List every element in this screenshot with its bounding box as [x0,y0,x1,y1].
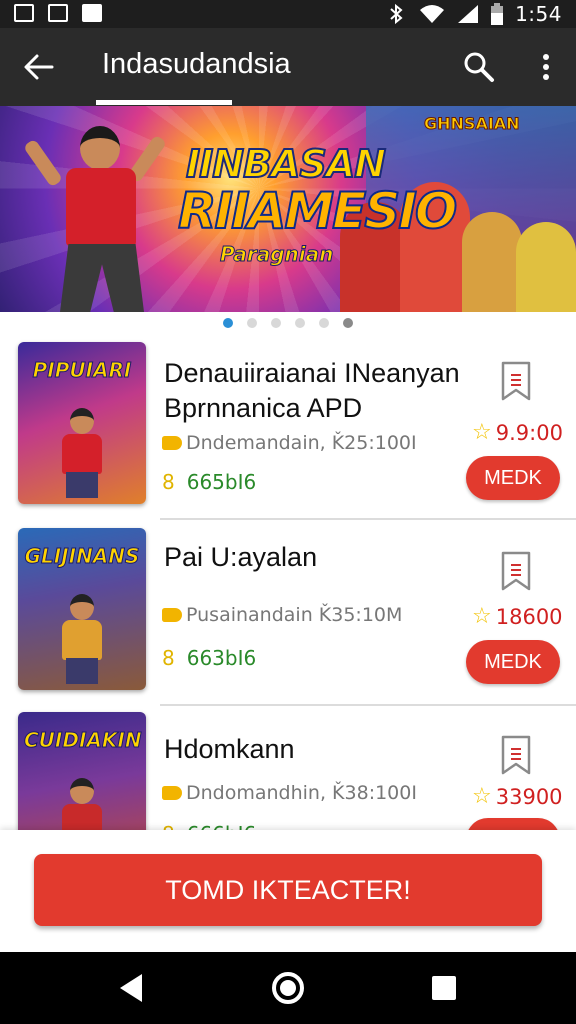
carousel-dot[interactable] [271,318,281,328]
carousel-dot[interactable] [295,318,305,328]
tag-icon [162,436,182,450]
item-meta-text: Dndemandain, Ǩ25:100I [186,432,417,454]
item-rating-value: 33900 [495,784,563,809]
tag-icon [162,608,182,622]
item-meta-text: Dndomandhin, Ǩ38:100I [186,782,417,804]
status-bar: 1:54 [0,0,576,28]
star-icon: ☆ [472,784,492,809]
item-count: 8 665bI6 [162,470,256,494]
medk-button[interactable]: MEDK [466,456,560,500]
crowd-character-image [516,222,576,312]
item-meta: Dndemandain, Ǩ25:100I [162,432,417,454]
list-item[interactable]: CUIDIAKIN Hdomkann Dndomandhin, Ǩ38:100I… [0,706,576,830]
mail-icon [82,4,102,22]
list-item[interactable]: PIPUIARI Denauiiraianai INeanyan Bprnnan… [0,336,576,520]
item-rating: ☆ 33900 [472,784,563,809]
item-count-prefix: 8 [162,470,175,494]
nav-home-icon[interactable] [272,972,304,1004]
bottom-action-panel: TOMD IKTEACTER! [0,830,576,952]
carousel-dot[interactable] [223,318,233,328]
medk-button[interactable]: MEDK [466,818,560,830]
item-meta: Dndomandhin, Ǩ38:100I [162,782,417,804]
clock: 1:54 [515,2,562,26]
item-rating-value: 9.9:00 [495,420,563,445]
system-nav-bar [0,952,576,1024]
item-count-prefix: 8 [162,822,175,830]
thumbnail-title: GLIJINANS [24,544,140,568]
nav-recents-icon[interactable] [432,976,456,1000]
item-count-value: 666bI6 [187,822,257,830]
bookmark-icon[interactable] [500,734,532,776]
app-bar: Indasudandsia [0,28,576,106]
item-title[interactable]: Denauiiraianai INeanyan Bprnnanica APD [164,356,480,426]
carousel-dots [0,318,576,332]
item-count-prefix: 8 [162,646,175,670]
list-item[interactable]: GLIJINANS Pai U:ayalan Pusainandain Ǩ35:… [0,522,576,706]
page-title: Indasudandsia [102,48,291,80]
item-meta-text: Pusainandain Ǩ35:10M [186,604,403,626]
game-thumbnail[interactable]: CUIDIAKIN [18,712,146,830]
search-icon[interactable] [462,50,496,84]
item-rating: ☆ 18600 [472,604,563,629]
promo-banner[interactable]: IINBASAN RIIAMESIO Paragnian GHNSAIAN [0,106,576,312]
banner-sign: GHNSAIAN [424,114,521,133]
signal-icon [458,5,479,23]
thumbnail-character [58,778,106,830]
game-thumbnail[interactable]: PIPUIARI [18,342,146,504]
game-list: PIPUIARI Denauiiraianai INeanyan Bprnnan… [0,336,576,830]
banner-logo-line-1: IINBASAN [185,141,387,187]
item-meta: Pusainandain Ǩ35:10M [162,604,402,626]
crowd-character-image [462,212,522,312]
thumbnail-character [58,594,106,684]
banner-logo-line-3: Paragnian [219,242,334,267]
star-icon: ☆ [472,604,492,629]
tag-icon [162,786,182,800]
primary-cta-button[interactable]: TOMD IKTEACTER! [34,854,542,926]
back-arrow-icon[interactable] [22,50,56,84]
hero-character-image [22,120,170,312]
bookmark-icon[interactable] [500,360,532,402]
medk-button[interactable]: MEDK [466,640,560,684]
thumbnail-title: CUIDIAKIN [24,728,143,752]
item-title[interactable]: Hdomkann [164,732,480,767]
item-count: 8 666bI6 [162,822,256,830]
carousel-dot[interactable] [247,318,257,328]
item-rating-value: 18600 [495,604,563,629]
image-icon [14,4,34,22]
wifi-icon [420,5,445,23]
item-count-value: 663bI6 [186,646,257,670]
gallery-icon [48,4,68,22]
item-count-value: 665bI6 [186,470,257,494]
divider [160,518,576,520]
thumbnail-character [58,408,106,498]
item-rating: ☆ 9.9:00 [472,420,563,445]
game-thumbnail[interactable]: GLIJINANS [18,528,146,690]
more-vert-icon[interactable] [534,50,558,84]
thumbnail-title: PIPUIARI [32,358,132,382]
carousel-dot[interactable] [319,318,329,328]
carousel-dot[interactable] [343,318,353,328]
battery-icon [491,3,504,25]
item-title[interactable]: Pai U:ayalan [164,540,480,575]
banner-logo-line-2: RIIAMESIO [177,181,458,241]
bookmark-icon[interactable] [500,550,532,592]
star-icon: ☆ [472,420,492,445]
bluetooth-icon [390,3,403,25]
nav-back-icon[interactable] [120,974,142,1002]
tab-indicator [96,100,232,105]
item-count: 8 663bI6 [162,646,256,670]
